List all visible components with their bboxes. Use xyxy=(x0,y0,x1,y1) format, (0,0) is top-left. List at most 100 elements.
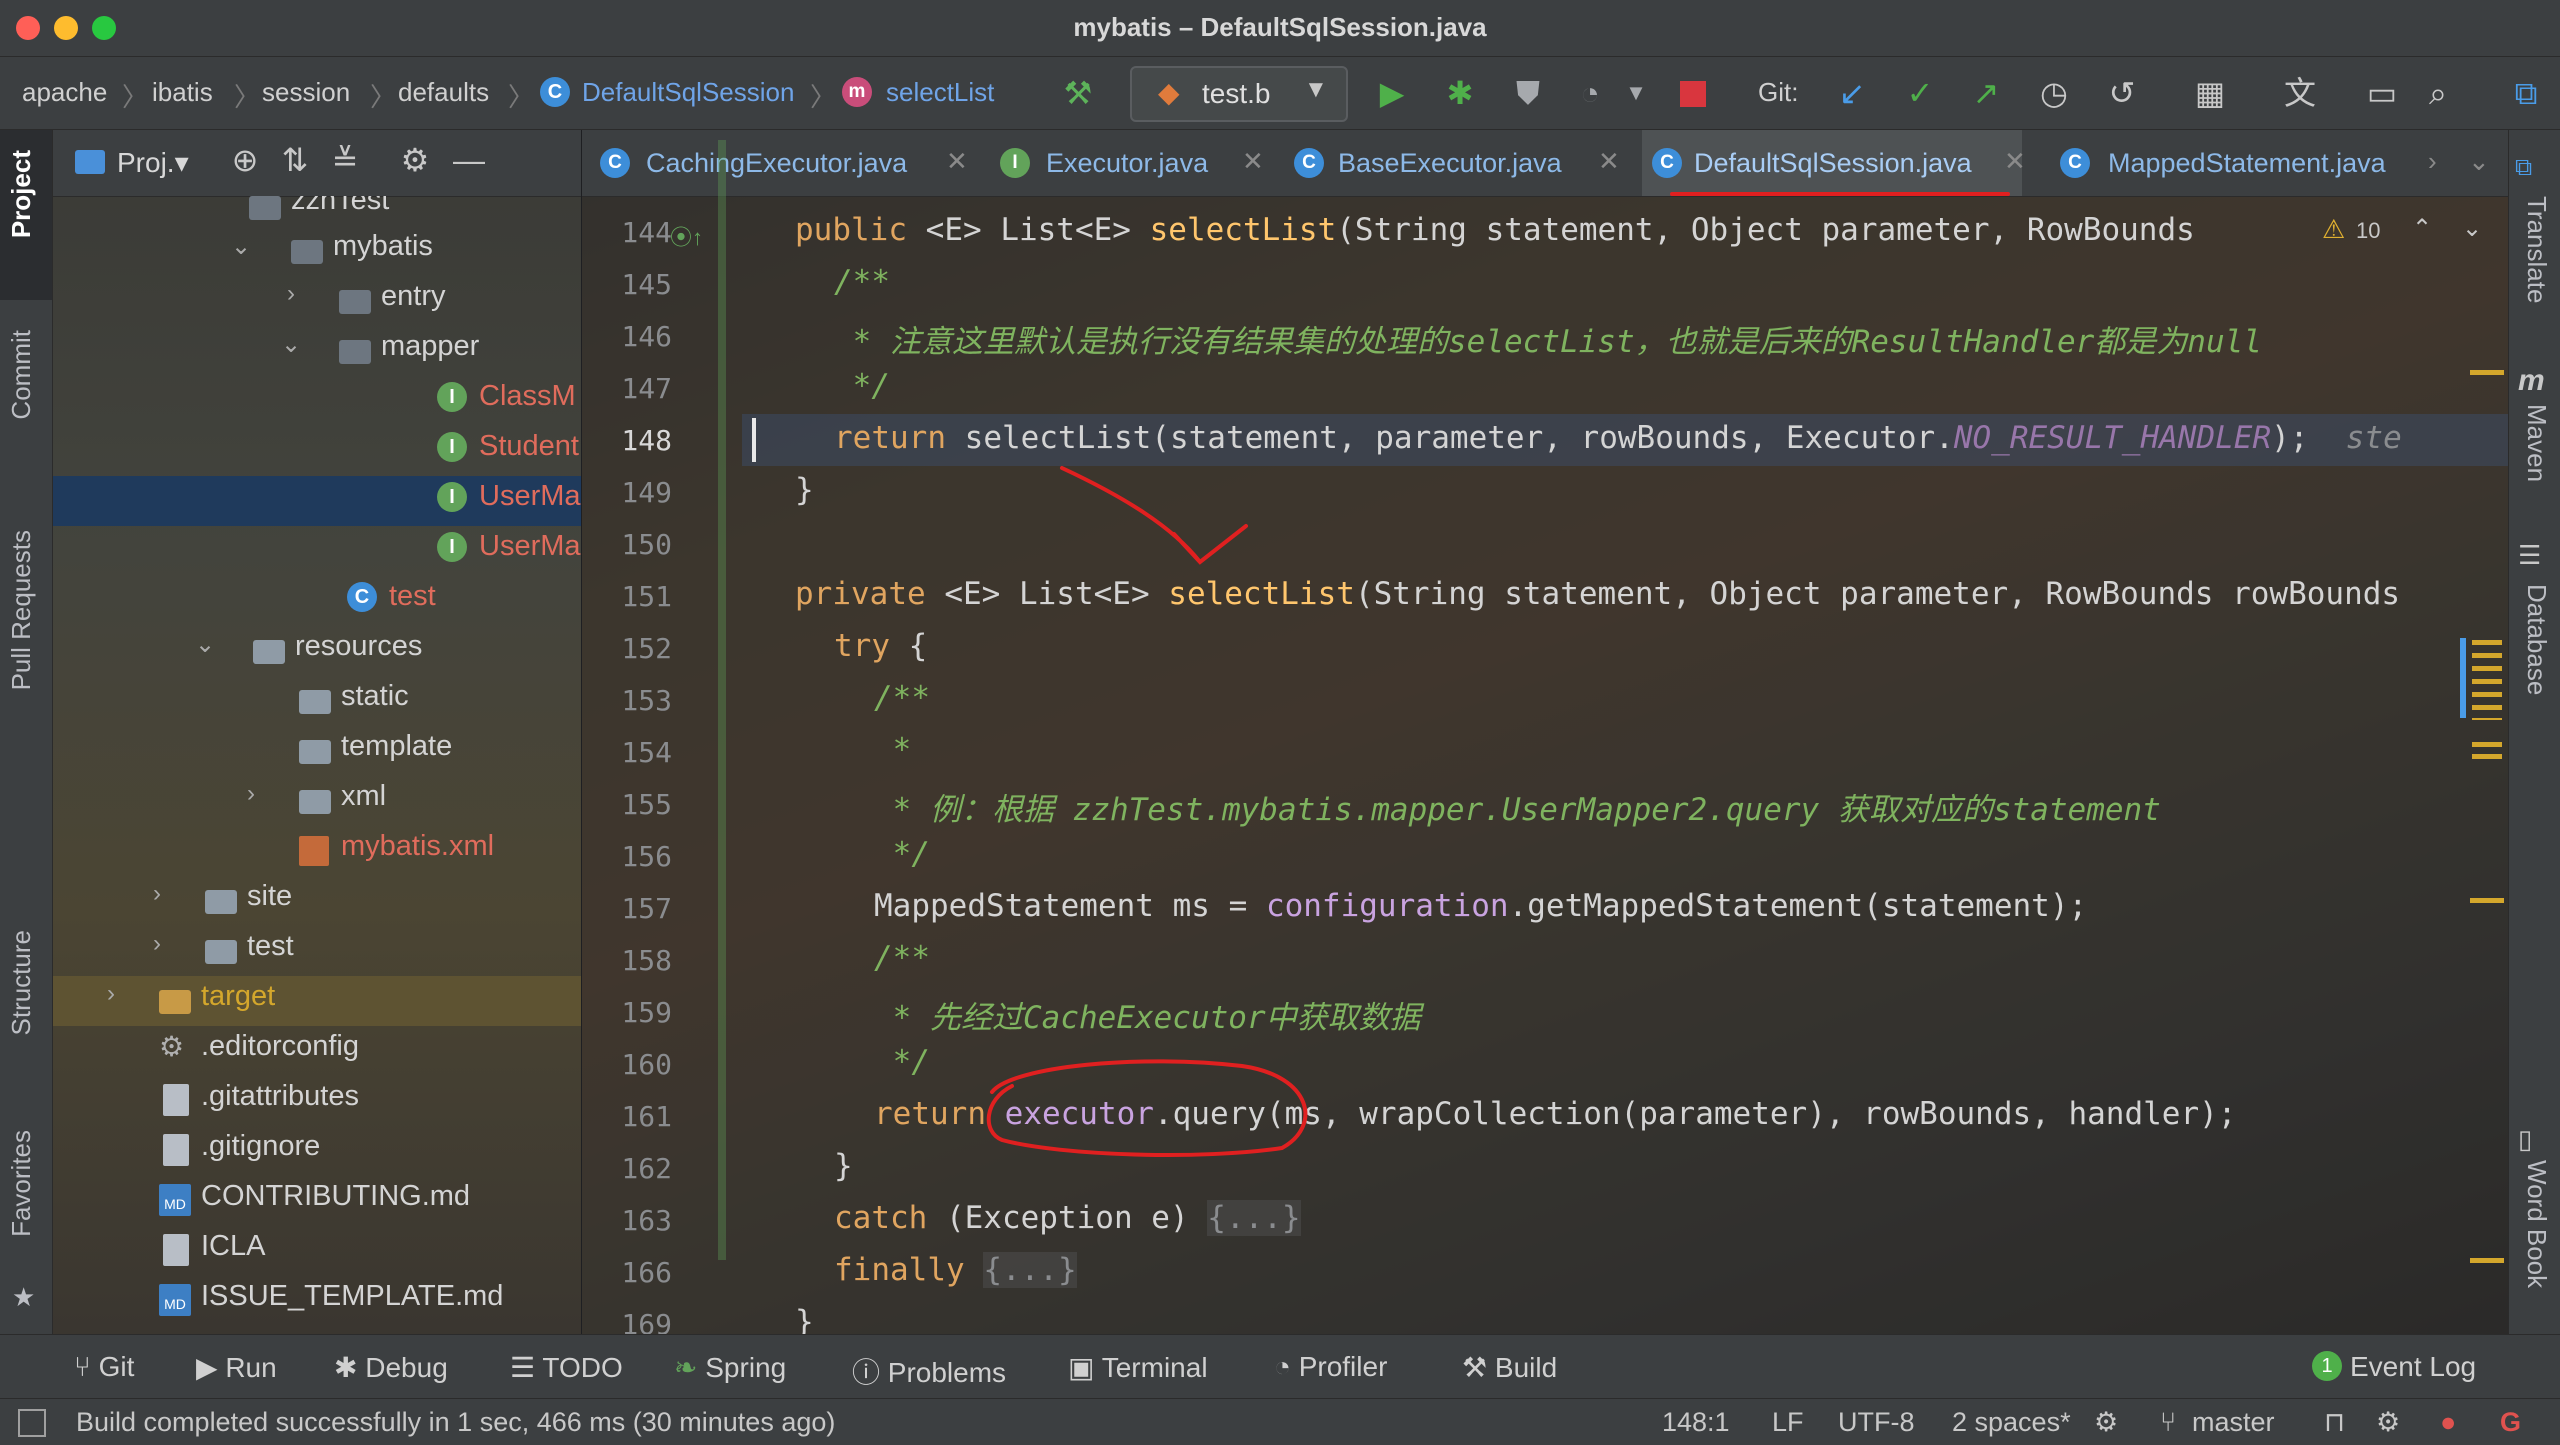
translate-stripe-icon: ⧉ xyxy=(2515,154,2533,181)
hide-panel-icon[interactable]: — xyxy=(449,142,489,178)
git-update-icon[interactable]: ↙ xyxy=(1832,75,1872,111)
close-tab-icon[interactable]: ✕ xyxy=(1598,146,1620,177)
git-branch[interactable]: master xyxy=(2192,1407,2275,1438)
settings-sync-icon[interactable]: ⧉ xyxy=(2506,75,2546,111)
git-tool-button[interactable]: ⑂ Git xyxy=(74,1351,134,1383)
project-tree: zzhTest ⌄ mybatis › entry ⌄ mapper I ClassM … xyxy=(53,196,581,1334)
breadcrumb-method[interactable]: selectList xyxy=(886,77,994,108)
search-icon[interactable]: ⌕ xyxy=(2418,75,2458,111)
database-tool-tab[interactable]: Database xyxy=(2512,584,2552,695)
word-book-tool-tab[interactable]: Word Book xyxy=(2512,1160,2552,1288)
bug-icon: ✱ xyxy=(334,1352,366,1383)
list-icon: ☰ xyxy=(510,1352,543,1383)
tab-executor[interactable]: Executor.java xyxy=(1046,148,1208,179)
debug-tool-button[interactable]: ✱ Debug xyxy=(334,1351,448,1384)
git-push-icon[interactable]: ↗ xyxy=(1966,75,2006,111)
git-label: Git: xyxy=(1758,77,1799,107)
status-message[interactable]: Build completed successfully in 1 sec, 4… xyxy=(76,1407,835,1438)
settings-icon[interactable]: ⚙ xyxy=(2094,1407,2118,1438)
git-branch-icon: ⑂ xyxy=(74,1351,99,1382)
hammer-build-icon[interactable]: ⚒ xyxy=(1058,75,1098,111)
chevron-down-icon[interactable]: ▼ xyxy=(1616,75,1656,111)
project-structure-icon[interactable]: ▦ xyxy=(2190,75,2230,111)
tab-caching-executor[interactable]: CachingExecutor.java xyxy=(646,148,907,179)
caret-position[interactable]: 148:1 xyxy=(1662,1407,1730,1438)
tab-base-executor[interactable]: BaseExecutor.java xyxy=(1338,148,1562,179)
toggle-tool-windows-icon[interactable] xyxy=(18,1409,46,1437)
breadcrumb-separator: 〉 xyxy=(508,82,535,112)
structure-tool-tab[interactable]: Structure xyxy=(6,930,46,1036)
class-icon: C xyxy=(540,77,570,107)
close-tab-icon[interactable]: ✕ xyxy=(2004,146,2026,177)
event-log-button[interactable]: Event Log xyxy=(2350,1351,2476,1383)
maven-tool-tab[interactable]: Maven xyxy=(2512,404,2552,482)
chevron-down-icon[interactable]: ⌄ xyxy=(2468,146,2490,177)
build-tool-button[interactable]: ⚒ Build xyxy=(1462,1351,1557,1384)
spring-tool-button[interactable]: ❧ Spring xyxy=(674,1351,786,1384)
translate-tool-tab[interactable]: Translate xyxy=(2512,196,2552,303)
breadcrumb-separator: 〉 xyxy=(234,82,261,112)
run-config-label: test.b xyxy=(1202,78,1271,109)
project-view-selector[interactable]: Proj.▾ xyxy=(117,146,189,179)
error-icon[interactable]: ● xyxy=(2440,1407,2456,1438)
tab-mapped-statement[interactable]: MappedStatement.java xyxy=(2108,148,2386,179)
close-tab-icon[interactable]: ✕ xyxy=(1242,146,1264,177)
indent-setting[interactable]: 2 spaces* xyxy=(1952,1407,2071,1438)
run-icon[interactable]: ▶ xyxy=(1372,75,1412,111)
project-tool-tab[interactable]: Project xyxy=(6,150,46,238)
scroll-markers-group[interactable] xyxy=(2472,640,2502,720)
breadcrumb-apache[interactable]: apache xyxy=(22,77,107,108)
right-tool-stripe: ⧉ xyxy=(2508,130,2560,1334)
breadcrumb-class[interactable]: DefaultSqlSession xyxy=(582,77,794,108)
inspection-icon[interactable]: ⚙ xyxy=(2376,1407,2400,1438)
class-icon: C xyxy=(1294,148,1324,178)
presentation-icon[interactable]: ▭ xyxy=(2362,75,2402,111)
commit-tool-tab[interactable]: Commit xyxy=(6,330,46,420)
stop-icon[interactable] xyxy=(1680,81,1706,107)
database-icon: ☰ xyxy=(2518,540,2542,570)
problems-tool-button[interactable]: ⓘ Problems xyxy=(852,1351,1006,1391)
class-icon: C xyxy=(1652,148,1682,178)
line-separator[interactable]: LF xyxy=(1772,1407,1804,1438)
breadcrumb-ibatis[interactable]: ibatis xyxy=(152,77,213,108)
scroll-marker[interactable] xyxy=(2470,1258,2504,1263)
gear-icon[interactable]: ⚙ xyxy=(395,142,435,178)
run-configuration-selector[interactable]: ◆ test.b ▼ xyxy=(1130,66,1348,122)
breadcrumb-defaults[interactable]: defaults xyxy=(398,77,489,108)
title-bar: mybatis – DefaultSqlSession.java xyxy=(0,0,2560,57)
debug-icon[interactable]: ✱ xyxy=(1440,75,1480,111)
expand-all-icon[interactable]: ⇅ xyxy=(275,142,315,178)
annotation-circle xyxy=(986,1059,1308,1157)
collapse-all-icon[interactable]: ≚ xyxy=(325,142,365,178)
git-branch-icon: ⑂ xyxy=(2160,1407,2177,1437)
profiler-tool-button[interactable]: ◔ Profiler xyxy=(1274,1351,1387,1383)
scroll-markers-group[interactable] xyxy=(2472,742,2502,762)
breadcrumb-session[interactable]: session xyxy=(262,77,350,108)
translate-icon[interactable]: 文 xyxy=(2280,75,2320,111)
scroll-marker[interactable] xyxy=(2470,898,2504,903)
git-commit-icon[interactable]: ✓ xyxy=(1900,75,1940,111)
close-tab-icon[interactable]: ✕ xyxy=(946,146,968,177)
scroll-marker[interactable] xyxy=(2470,370,2504,375)
coverage-icon[interactable]: ⛊ xyxy=(1508,75,1548,111)
tab-default-sql-session[interactable]: DefaultSqlSession.java xyxy=(1694,148,1972,179)
favorites-tool-tab[interactable]: Favorites xyxy=(6,1130,46,1237)
google-icon[interactable]: G xyxy=(2500,1407,2521,1438)
more-tabs-icon[interactable]: › xyxy=(2428,146,2437,177)
file-encoding[interactable]: UTF-8 xyxy=(1838,1407,1915,1438)
locate-icon[interactable]: ⊕ xyxy=(225,142,265,178)
terminal-tool-button[interactable]: ▣ Terminal xyxy=(1068,1351,1208,1384)
project-view-icon xyxy=(75,150,105,174)
lock-icon[interactable]: ⊓ xyxy=(2324,1407,2345,1438)
todo-tool-button[interactable]: ☰ TODO xyxy=(510,1351,623,1384)
annotation-arrow xyxy=(1060,466,1248,565)
breadcrumb-separator: 〉 xyxy=(122,82,149,112)
scroll-thumb[interactable] xyxy=(2460,638,2466,718)
pull-requests-tool-tab[interactable]: Pull Requests xyxy=(6,530,46,690)
maven-icon: m xyxy=(2518,364,2545,397)
rollback-icon[interactable]: ↺ xyxy=(2102,75,2142,111)
history-icon[interactable]: ◷ xyxy=(2034,75,2074,111)
run-tool-button[interactable]: ▶ Run xyxy=(196,1351,277,1384)
profile-icon[interactable]: ◔ xyxy=(1570,75,1610,111)
bottom-tool-bar: ⑂ Git ▶ Run ✱ Debug ☰ TODO ❧ Spring ⓘ Pr… xyxy=(0,1334,2560,1399)
